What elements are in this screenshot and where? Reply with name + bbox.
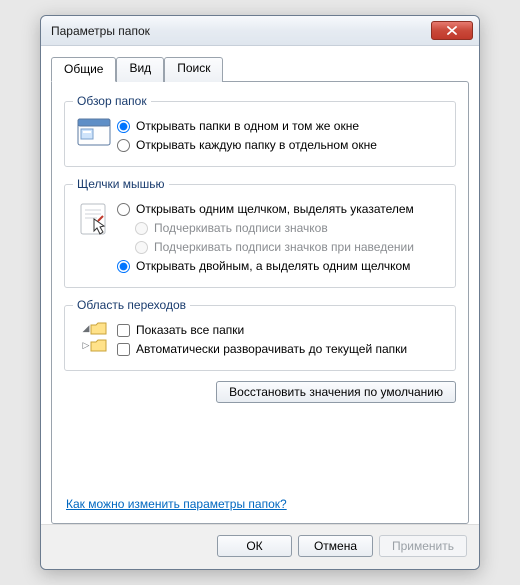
folder-options-window: Параметры папок Общие Вид Поиск Обзор па…: [40, 15, 480, 570]
ok-button[interactable]: ОК: [217, 535, 292, 557]
tab-search[interactable]: Поиск: [164, 57, 223, 82]
click-items-icon: [73, 199, 117, 239]
group-browse-legend: Обзор папок: [73, 94, 151, 108]
window-title: Параметры папок: [51, 24, 431, 38]
group-click-items: Щелчки мышью: [64, 177, 456, 288]
nav-pane-icon: ◢ ▷: [73, 320, 117, 352]
tab-panel-general: Обзор папок Открывать папки в: [51, 81, 469, 524]
radio-single-click-input[interactable]: [117, 203, 130, 216]
close-button[interactable]: [431, 21, 473, 40]
radio-open-same-window-input[interactable]: [117, 120, 130, 133]
radio-underline-always-label: Подчеркивать подписи значков: [154, 220, 328, 237]
radio-underline-hover: Подчеркивать подписи значков при наведен…: [135, 239, 447, 256]
cancel-button[interactable]: Отмена: [298, 535, 373, 557]
browse-folders-icon: [73, 116, 117, 148]
group-nav-legend: Область переходов: [73, 298, 190, 312]
check-auto-expand[interactable]: Автоматически разворачивать до текущей п…: [117, 341, 447, 358]
titlebar[interactable]: Параметры папок: [41, 16, 479, 46]
check-auto-expand-label: Автоматически разворачивать до текущей п…: [136, 341, 407, 358]
tab-view[interactable]: Вид: [116, 57, 164, 82]
help-link[interactable]: Как можно изменить параметры папок?: [66, 497, 287, 511]
close-icon: [447, 26, 457, 35]
radio-underline-always-input: [135, 222, 148, 235]
radio-open-same-window-label: Открывать папки в одном и том же окне: [136, 118, 359, 135]
radio-underline-hover-input: [135, 241, 148, 254]
radio-underline-hover-label: Подчеркивать подписи значков при наведен…: [154, 239, 414, 256]
check-show-all-folders-label: Показать все папки: [136, 322, 244, 339]
check-show-all-folders[interactable]: Показать все папки: [117, 322, 447, 339]
radio-double-click[interactable]: Открывать двойным, а выделять одним щелч…: [117, 258, 447, 275]
radio-single-click-label: Открывать одним щелчком, выделять указат…: [136, 201, 414, 218]
check-auto-expand-input[interactable]: [117, 343, 130, 356]
radio-underline-always: Подчеркивать подписи значков: [135, 220, 447, 237]
radio-double-click-input[interactable]: [117, 260, 130, 273]
tab-general[interactable]: Общие: [51, 57, 116, 82]
radio-open-own-window-label: Открывать каждую папку в отдельном окне: [136, 137, 377, 154]
radio-open-same-window[interactable]: Открывать папки в одном и том же окне: [117, 118, 447, 135]
radio-open-own-window-input[interactable]: [117, 139, 130, 152]
group-nav-pane: Область переходов ◢ ▷: [64, 298, 456, 371]
tab-strip: Общие Вид Поиск: [51, 57, 469, 82]
check-show-all-folders-input[interactable]: [117, 324, 130, 337]
group-click-legend: Щелчки мышью: [73, 177, 169, 191]
restore-defaults-button[interactable]: Восстановить значения по умолчанию: [216, 381, 456, 403]
group-browse-folders: Обзор папок Открывать папки в: [64, 94, 456, 167]
radio-single-click[interactable]: Открывать одним щелчком, выделять указат…: [117, 201, 447, 218]
dialog-buttons: ОК Отмена Применить: [41, 524, 479, 569]
radio-double-click-label: Открывать двойным, а выделять одним щелч…: [136, 258, 410, 275]
client-area: Общие Вид Поиск Обзор папок: [41, 46, 479, 524]
radio-open-own-window[interactable]: Открывать каждую папку в отдельном окне: [117, 137, 447, 154]
apply-button: Применить: [379, 535, 467, 557]
